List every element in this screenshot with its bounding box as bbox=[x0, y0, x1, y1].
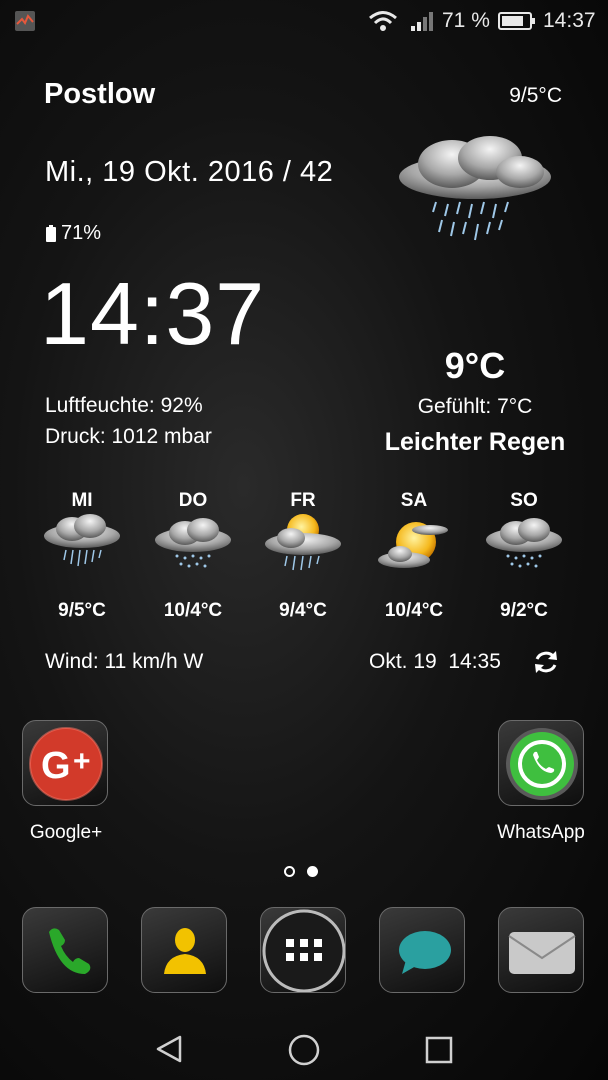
sun-cloud-icon bbox=[378, 522, 448, 568]
signal-icon bbox=[411, 12, 433, 31]
refresh-icon[interactable] bbox=[532, 648, 560, 676]
recents-icon[interactable] bbox=[424, 1035, 454, 1065]
date-line: Mi., 19 Okt. 2016 / 42 bbox=[45, 156, 334, 188]
forecast-day-name: DO bbox=[178, 490, 208, 511]
drizzle-cloud-icon bbox=[486, 518, 562, 568]
forecast-day: DO 10/4°C bbox=[138, 490, 248, 621]
battery-percent: 71 % bbox=[442, 9, 490, 32]
humidity: Luftfeuchte: 92% bbox=[45, 394, 203, 417]
svg-text:+: + bbox=[73, 745, 91, 778]
drizzle-cloud-icon bbox=[155, 518, 231, 568]
page-dot-2[interactable] bbox=[307, 866, 318, 877]
battery-small-icon bbox=[46, 225, 56, 242]
whatsapp-label: WhatsApp bbox=[497, 822, 585, 843]
back-icon[interactable] bbox=[154, 1034, 184, 1064]
whatsapp-app-icon[interactable] bbox=[498, 720, 584, 806]
page-indicator bbox=[284, 866, 318, 877]
widget-battery: 71% bbox=[46, 222, 101, 245]
messages-icon bbox=[399, 931, 451, 974]
forecast-temp: 9/5°C bbox=[58, 600, 106, 621]
feels-like: Gefühlt: 7°C bbox=[417, 395, 533, 418]
forecast-day: SO 9/2°C bbox=[469, 490, 579, 621]
google-plus-label: Google+ bbox=[29, 822, 103, 843]
forecast-day-name: FR bbox=[290, 490, 316, 511]
wifi-icon bbox=[369, 11, 397, 31]
forecast-temp: 9/4°C bbox=[279, 600, 327, 621]
clock[interactable]: 14:37 bbox=[40, 270, 265, 358]
forecast-day-name: SA bbox=[400, 490, 428, 511]
google-plus-app-icon[interactable]: G + bbox=[22, 720, 108, 806]
app-notification-icon bbox=[15, 11, 35, 31]
phone-app-icon[interactable] bbox=[22, 907, 108, 993]
forecast-day: SA 10/4°C bbox=[359, 490, 469, 621]
status-time: 14:37 bbox=[543, 9, 596, 32]
page-dot-1[interactable] bbox=[284, 866, 295, 877]
today-minmax: 9/5°C bbox=[509, 84, 562, 107]
rain-cloud-icon bbox=[44, 514, 120, 567]
rain-cloud-icon bbox=[399, 136, 551, 241]
home-icon[interactable] bbox=[287, 1033, 321, 1067]
contacts-icon bbox=[164, 928, 206, 974]
wind: Wind: 11 km/h W bbox=[45, 650, 204, 673]
whatsapp-icon bbox=[506, 728, 578, 800]
widget-battery-text: 71% bbox=[61, 222, 102, 244]
sun-rain-cloud-icon bbox=[265, 514, 341, 571]
forecast-day-name: SO bbox=[510, 490, 538, 511]
forecast-temp: 10/4°C bbox=[163, 600, 223, 621]
battery-icon bbox=[498, 12, 535, 30]
contacts-app-icon[interactable] bbox=[141, 907, 227, 993]
forecast-day-name: MI bbox=[71, 490, 93, 511]
phone-icon bbox=[49, 928, 91, 974]
city-name: Postlow bbox=[44, 78, 156, 110]
email-app-icon[interactable] bbox=[498, 907, 584, 993]
messages-app-icon[interactable] bbox=[379, 907, 465, 993]
forecast-day: MI 9/5°C bbox=[27, 490, 137, 621]
pressure: Druck: 1012 mbar bbox=[45, 425, 212, 448]
forecast-temp: 10/4°C bbox=[384, 600, 444, 621]
forecast-temp: 9/2°C bbox=[500, 600, 548, 621]
google-plus-icon: G + bbox=[29, 727, 103, 801]
email-icon bbox=[508, 932, 576, 974]
app-drawer-icon bbox=[262, 909, 345, 992]
forecast-day: FR 9/4°C bbox=[248, 490, 358, 621]
current-temp: 9°C bbox=[444, 345, 506, 386]
app-drawer-button[interactable] bbox=[260, 907, 346, 993]
navigation-bar bbox=[0, 1020, 608, 1080]
svg-text:G: G bbox=[41, 745, 71, 787]
last-updated: Okt. 19 14:35 bbox=[369, 650, 501, 673]
condition: Leichter Regen bbox=[384, 428, 566, 456]
status-bar: 71 % 14:37 bbox=[0, 0, 608, 42]
